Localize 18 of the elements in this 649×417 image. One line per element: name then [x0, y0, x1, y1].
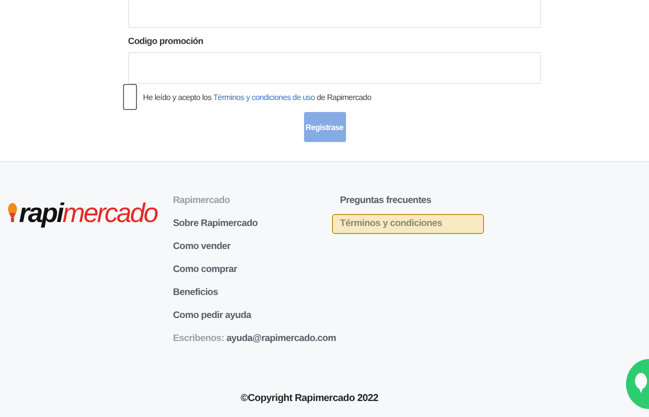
logo: rapimercado	[8, 183, 173, 243]
footer-link[interactable]: Beneficios	[173, 285, 340, 300]
terms-text: He leído y acepto los Términos y condiciones de uso de Rapimercado	[143, 92, 372, 102]
footer-link[interactable]: Sobre Rapimercado	[173, 216, 340, 231]
footer-link[interactable]: Como pedir ayuda	[173, 308, 340, 323]
footer-link[interactable]: Preguntas frecuentes	[340, 193, 507, 208]
promo-code-field[interactable]	[128, 52, 541, 84]
copyright-text: ©Copyright Rapimercado 2022	[240, 393, 378, 404]
footer-link[interactable]: Como vender	[173, 239, 340, 254]
balloon-icon	[8, 203, 17, 223]
chat-icon[interactable]	[624, 359, 649, 409]
footer-link[interactable]: Como comprar	[173, 262, 340, 277]
terms-checkbox[interactable]	[123, 84, 137, 110]
input-field[interactable]	[128, 0, 541, 28]
terms-link[interactable]: Términos y condiciones de uso	[213, 92, 315, 102]
footer-heading: Rapimercado	[173, 194, 231, 208]
contact-text: Escribenos: ayuda@rapimercado.com	[173, 332, 338, 346]
field-label: Codigo promoción	[128, 36, 204, 46]
